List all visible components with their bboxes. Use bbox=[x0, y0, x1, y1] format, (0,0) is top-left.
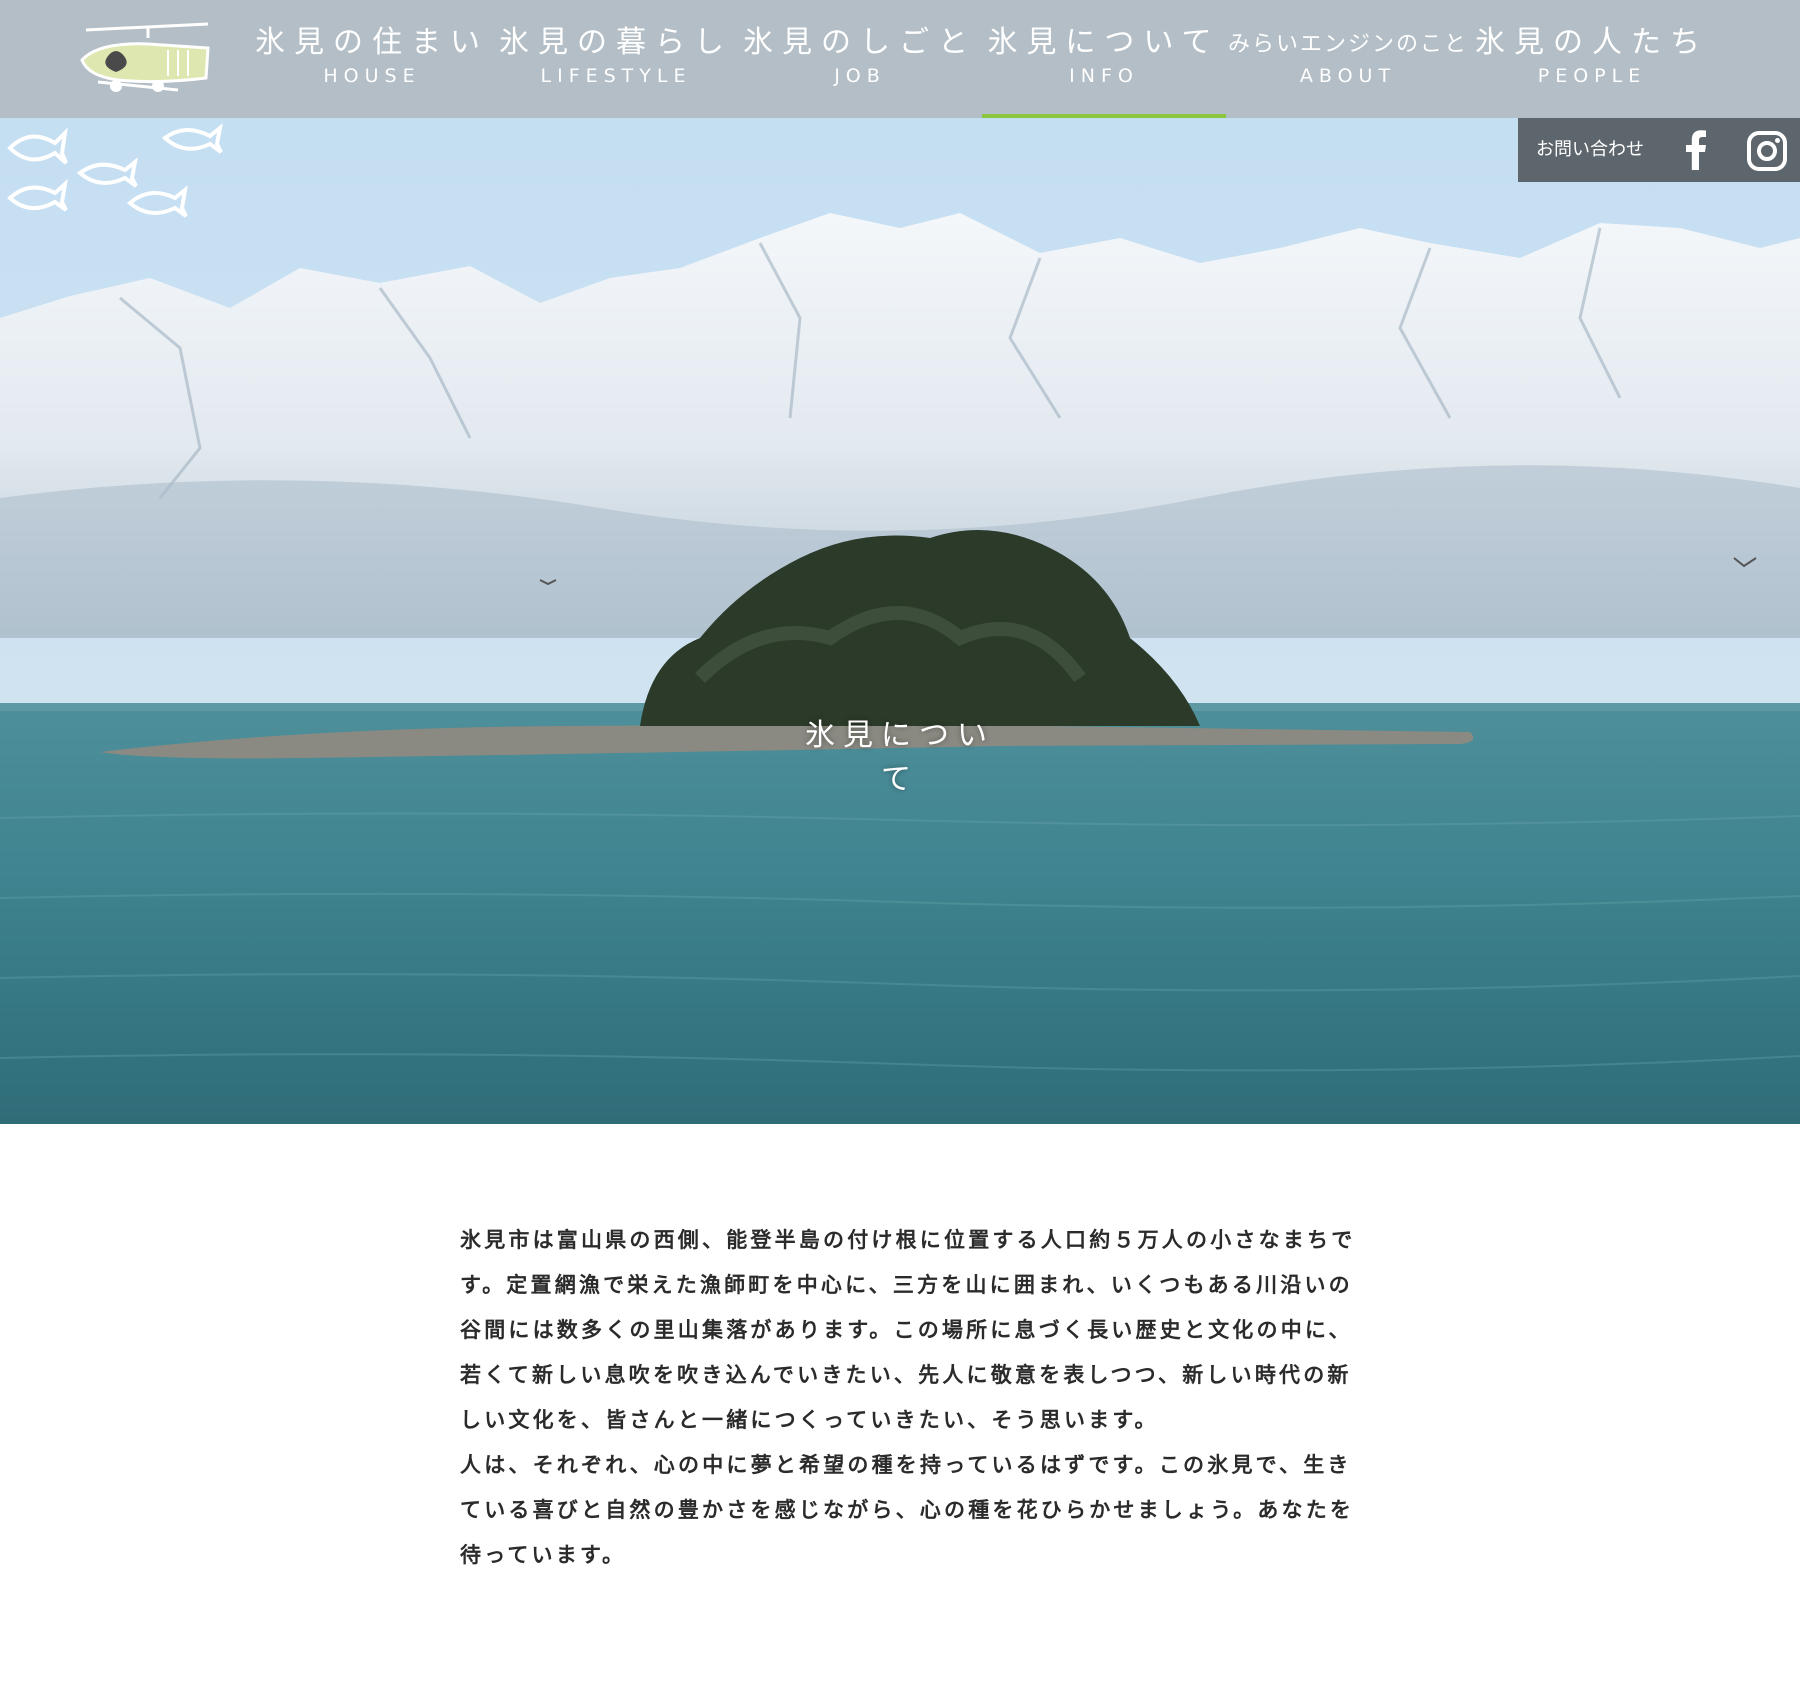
nav-item-en-label: ABOUT bbox=[1299, 65, 1397, 87]
nav-item-about[interactable]: みらいエンジンのこと ABOUT bbox=[1226, 0, 1470, 118]
nav-item-en-label: LIFESTYLE bbox=[540, 65, 692, 87]
nav-item-info[interactable]: 氷見について INFO bbox=[982, 0, 1226, 118]
contact-link[interactable]: お問い合わせ bbox=[1536, 118, 1644, 182]
nav-item-lifestyle[interactable]: 氷見の暮らし LIFESTYLE bbox=[494, 0, 738, 118]
hero-landscape-image bbox=[0, 118, 1800, 1124]
nav-item-people[interactable]: 氷見の人たち PEOPLE bbox=[1470, 0, 1714, 118]
nav-item-en-label: INFO bbox=[1069, 65, 1139, 87]
nav-item-job[interactable]: 氷見のしごと JOB bbox=[738, 0, 982, 118]
intro-paragraph: 人は、それぞれ、心の中に夢と希望の種を持っているはずです。この氷見で、生きている… bbox=[460, 1453, 1355, 1567]
contact-bar: お問い合わせ bbox=[1518, 118, 1800, 182]
facebook-icon[interactable] bbox=[1680, 130, 1710, 170]
intro-paragraph: 氷見市は富山県の西側、能登半島の付け根に位置する人口約５万人の小さなまちです。定… bbox=[460, 1228, 1356, 1432]
nav-item-jp-label: 氷見について bbox=[987, 25, 1221, 60]
site-logo[interactable] bbox=[78, 20, 218, 96]
hero-title: 氷見について bbox=[805, 718, 995, 797]
hero-banner: 氷見について bbox=[0, 118, 1800, 1124]
nav-item-en-label: JOB bbox=[834, 65, 886, 87]
instagram-icon[interactable] bbox=[1746, 130, 1788, 172]
nav-item-jp-label: 氷見のしごと bbox=[743, 25, 977, 60]
nav-item-jp-label: 氷見の住まい bbox=[255, 25, 489, 60]
nav-item-jp-label: 氷見の暮らし bbox=[499, 25, 733, 60]
intro-text: 氷見市は富山県の西側、能登半島の付け根に位置する人口約５万人の小さなまちです。定… bbox=[460, 1218, 1360, 1578]
nav-item-jp-label: 氷見の人たち bbox=[1475, 25, 1709, 60]
nav-item-house[interactable]: 氷見の住まい HOUSE bbox=[250, 0, 494, 118]
site-header: 氷見の住まい HOUSE 氷見の暮らし LIFESTYLE 氷見のしごと JOB… bbox=[0, 0, 1800, 118]
nav-item-en-label: HOUSE bbox=[323, 65, 421, 87]
nav-item-jp-label: みらいエンジンのこと bbox=[1227, 32, 1468, 57]
nav-item-en-label: PEOPLE bbox=[1537, 65, 1647, 87]
helicopter-logo-icon bbox=[80, 22, 210, 92]
fish-school-icon bbox=[7, 123, 223, 218]
